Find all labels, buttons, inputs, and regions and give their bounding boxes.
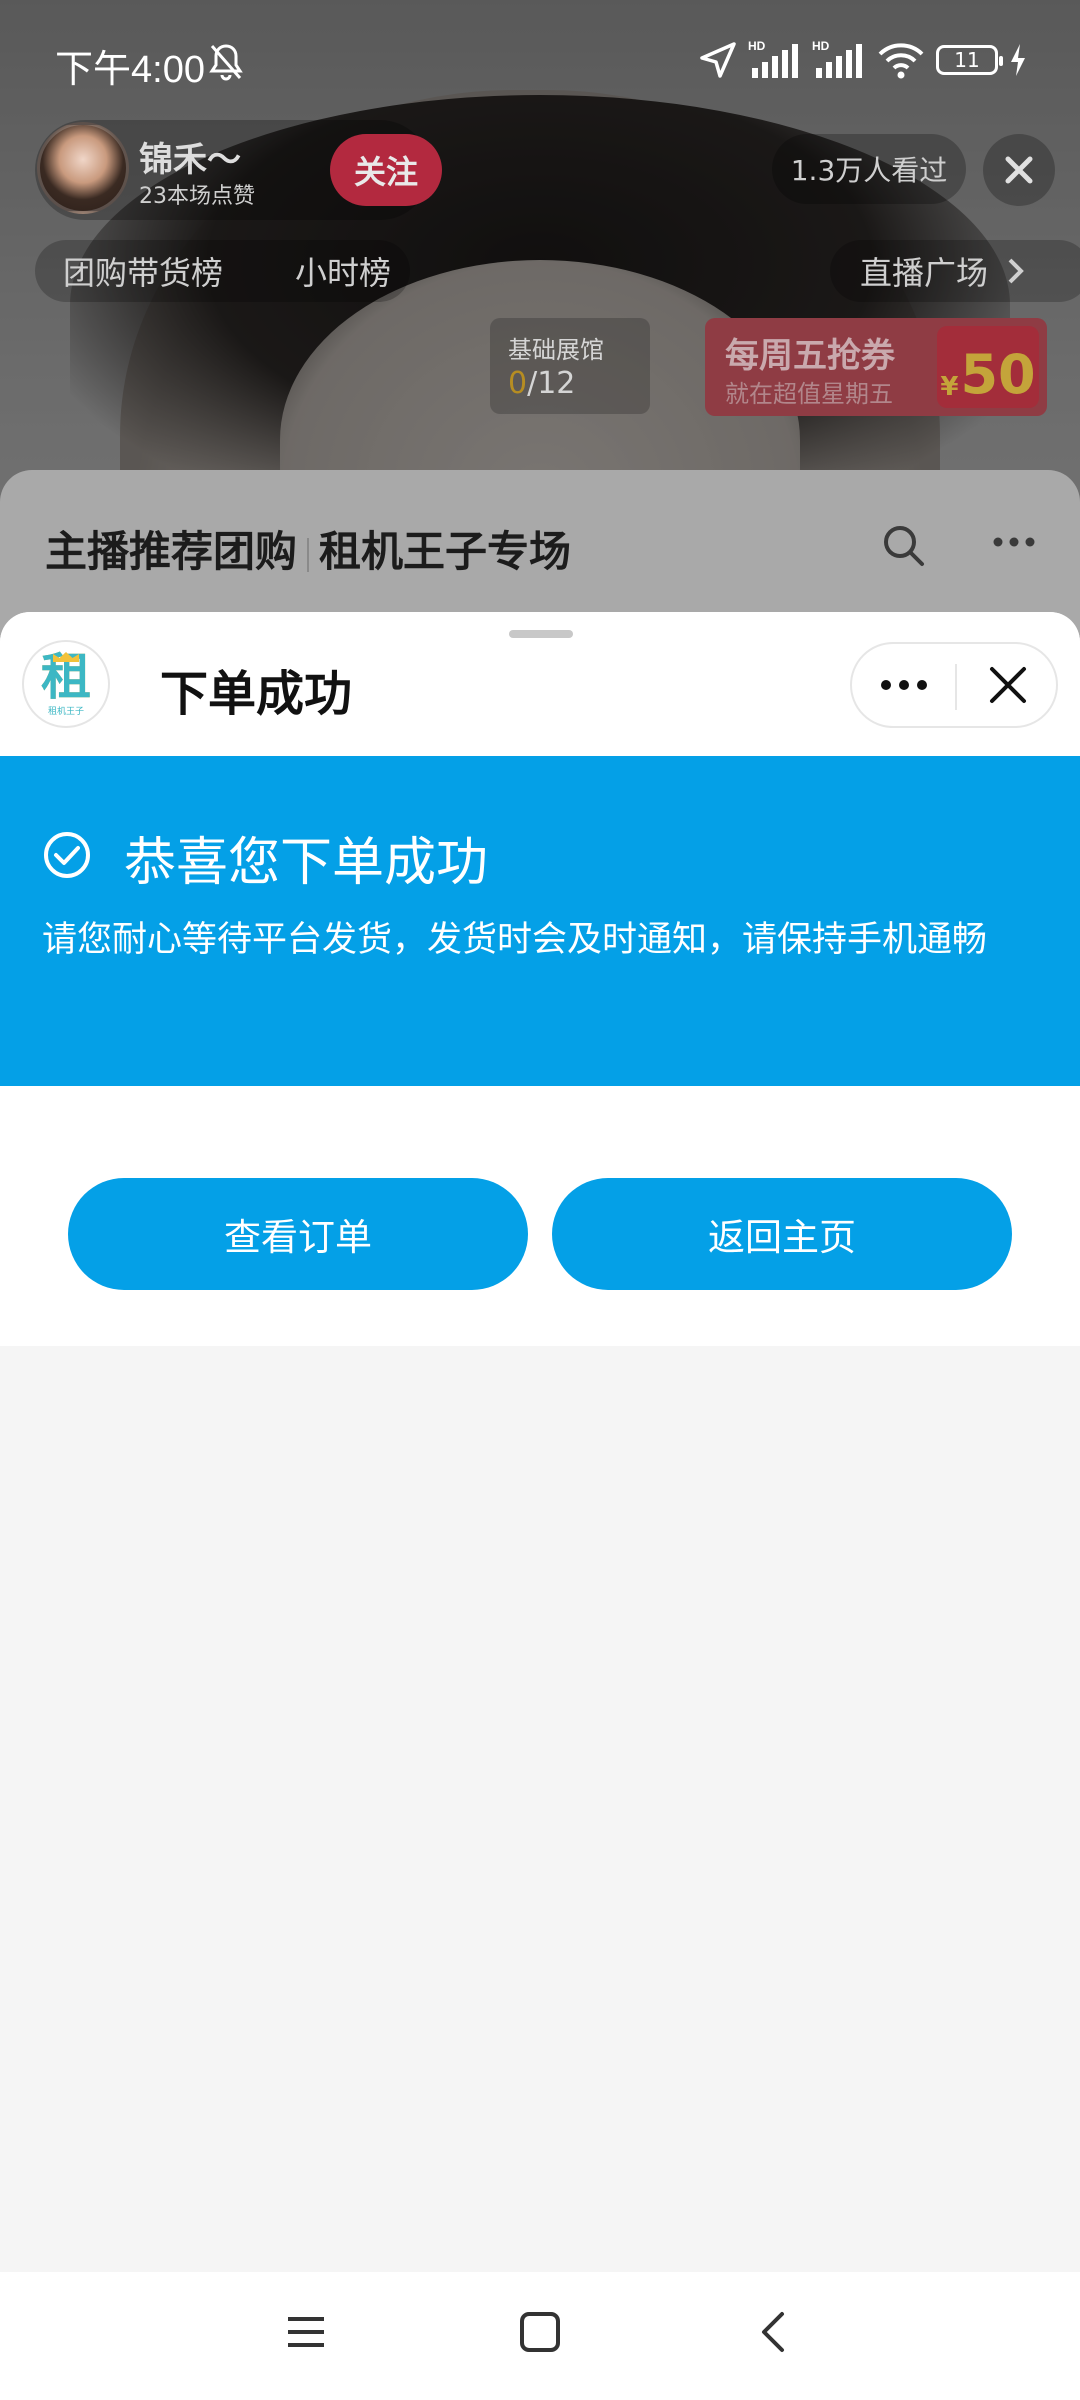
view-orders-button[interactable]: 查看订单 [68,1178,528,1290]
chevron-right-icon [1008,258,1024,284]
host-name: 锦禾～ [139,140,241,180]
order-success-modal: 租 租机王子 下单成功 恭喜您下单成功 请您耐心等待平台发货，发货时会及时通知，… [0,612,1080,2272]
coupon-banner[interactable]: 每周五抢券 就在超值星期五 ¥ 50 [705,318,1047,416]
charging-icon [1011,44,1025,76]
rank-group-buy[interactable]: 团购带货榜 [63,248,223,294]
coupon-currency: ¥ [940,372,959,402]
more-dot [880,680,891,690]
logo-subtitle: 租机王子 [47,706,84,717]
more-dot [898,680,909,690]
basic-hall-title: 基础展馆 [508,336,604,364]
avatar[interactable] [37,122,129,214]
battery-level: 11 [954,48,980,72]
coupon-badge: ¥ 50 [937,326,1039,408]
signal-hd-icon-2: HD [812,39,862,78]
close-icon [1005,156,1033,184]
mini-program-logo: 租 租机王子 [22,640,110,728]
group-buy-sheet-title: 主播推荐团购 租机王子专场 [45,518,571,579]
capsule-more-button[interactable] [852,644,955,726]
close-live-button[interactable] [983,134,1055,206]
status-icons: HD HD 11 [698,38,1028,82]
coupon-title: 每周五抢券 [725,336,895,376]
basic-hall-progress: 0/12 [508,366,575,401]
signal-hd-icon: HD [748,39,798,78]
menu-icon[interactable] [284,2310,328,2354]
follow-button[interactable]: 关注 [330,134,442,206]
svg-text:HD: HD [748,39,766,53]
basic-hall-total: /12 [527,366,576,401]
coupon-amount: 50 [960,343,1036,406]
back-chevron-icon[interactable] [752,2310,796,2354]
coupon-subtitle: 就在超值星期五 [725,380,893,408]
status-time: 下午4:00 [55,49,205,91]
back-home-button[interactable]: 返回主页 [552,1178,1012,1290]
battery-indicator: 11 [936,45,1003,75]
rank-hourly[interactable]: 小时榜 [295,248,391,294]
title-divider [307,537,310,572]
basic-hall-widget[interactable]: 基础展馆 0/12 [490,318,650,414]
home-square-icon[interactable] [518,2310,562,2354]
svg-text:HD: HD [812,39,830,53]
close-icon [989,667,1026,703]
basic-hall-current: 0 [508,366,528,401]
location-icon [700,42,736,78]
host-likes: 23本场点赞 [139,184,255,209]
success-title: 恭喜您下单成功 [124,833,489,893]
drag-handle[interactable] [509,630,573,638]
sheet-title-left: 主播推荐团购 [45,527,298,576]
success-description: 请您耐心等待平台发货，发货时会及时通知，请保持手机通畅 [42,920,988,960]
action-area: 查看订单 返回主页 [0,1086,1080,1346]
more-dot [916,680,927,690]
modal-header: 租 租机王子 下单成功 [0,612,1080,756]
viewer-count[interactable]: 1.3万人看过 [772,134,966,204]
check-circle-icon [44,832,90,878]
rank-pill: 团购带货榜 小时榜 [35,240,410,302]
mini-program-capsule [850,642,1058,728]
search-icon[interactable] [880,522,928,570]
live-square-label: 直播广场 [860,254,989,292]
system-navigation-bar [0,2272,1080,2400]
status-bar: 下午4:00 HD HD 11 [0,30,1080,100]
success-banner: 恭喜您下单成功 请您耐心等待平台发货，发货时会及时通知，请保持手机通畅 [0,756,1080,1086]
live-square-button[interactable]: 直播广场 [830,240,1080,302]
capsule-close-button[interactable] [957,644,1058,726]
more-icon[interactable] [992,536,1036,548]
wifi-icon [878,43,924,79]
page-title: 下单成功 [160,666,353,722]
sheet-title-right: 租机王子专场 [319,527,572,576]
bell-muted-icon [209,44,243,81]
